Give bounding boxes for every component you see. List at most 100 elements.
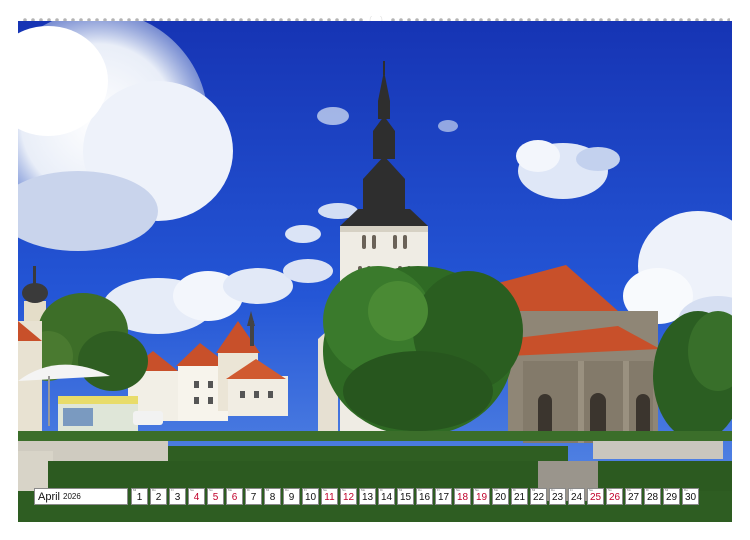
- month-name: April: [38, 490, 61, 503]
- day-number: 18: [456, 492, 469, 503]
- day-cell: Mi 29: [663, 488, 680, 505]
- day-number: 5: [212, 492, 219, 503]
- day-cell: So 5: [207, 488, 224, 505]
- month-label-box: April 2026: [34, 488, 128, 505]
- day-cell: Di 7: [245, 488, 262, 505]
- day-number: 6: [231, 492, 238, 503]
- day-number: 12: [342, 492, 355, 503]
- day-number: 29: [665, 492, 678, 503]
- day-cell: Sa 18: [454, 488, 471, 505]
- hedge-right: [593, 461, 732, 491]
- day-number: 7: [250, 492, 257, 503]
- day-cell: Sa 25: [587, 488, 604, 505]
- day-number: 14: [380, 492, 393, 503]
- day-number: 22: [532, 492, 545, 503]
- day-number: 2: [155, 492, 162, 503]
- weekday-abbr: So: [608, 488, 612, 492]
- tallinn-church-photo: [18, 21, 732, 522]
- cloud-small: [317, 107, 349, 125]
- year: 2026: [63, 492, 81, 501]
- day-number: 24: [570, 492, 583, 503]
- day-cell: Do 2: [150, 488, 167, 505]
- day-cell: So 26: [606, 488, 623, 505]
- day-number: 20: [494, 492, 507, 503]
- hedge-back: [18, 431, 732, 441]
- day-cell: Do 23: [549, 488, 566, 505]
- day-cell: So 12: [340, 488, 357, 505]
- weekday-abbr: Di: [646, 488, 649, 492]
- weekday-abbr: So: [342, 488, 346, 492]
- day-number: 8: [269, 492, 276, 503]
- weekday-abbr: Fr: [437, 488, 440, 492]
- weekday-abbr: Mi: [133, 488, 137, 492]
- day-number: 9: [288, 492, 295, 503]
- weekday-abbr: Mo: [228, 488, 233, 492]
- weekday-abbr: Do: [285, 488, 289, 492]
- day-cell: Mi 8: [264, 488, 281, 505]
- weekday-abbr: Fr: [304, 488, 307, 492]
- day-cell: Fr 17: [435, 488, 452, 505]
- day-number: 17: [437, 492, 450, 503]
- calendar-bar: April 2026 Mi 1 Do 2 Fr 3 Sa 4 So 5 Mo 6 Di 7 Mi 8 Do 9 Fr…: [34, 488, 716, 505]
- weekday-abbr: Sa: [589, 488, 593, 492]
- day-number: 11: [324, 492, 335, 503]
- weekday-abbr: Sa: [323, 488, 327, 492]
- weekday-abbr: Do: [418, 488, 422, 492]
- day-number: 10: [304, 492, 317, 503]
- weekday-abbr: Sa: [190, 488, 194, 492]
- weekday-abbr: Di: [380, 488, 383, 492]
- day-cell: Mo 13: [359, 488, 376, 505]
- hedge-front: [48, 461, 548, 491]
- day-cell: Mo 20: [492, 488, 509, 505]
- weekday-abbr: Mi: [399, 488, 403, 492]
- weekday-abbr: Di: [513, 488, 516, 492]
- day-number: 1: [136, 492, 143, 503]
- parked-car: [133, 411, 163, 425]
- day-cell: Do 30: [682, 488, 699, 505]
- day-cell: Mo 6: [226, 488, 243, 505]
- calendar-photo: [18, 21, 732, 522]
- day-number: 28: [646, 492, 659, 503]
- stone-wall-right: [593, 441, 723, 459]
- day-cell: Mi 1: [131, 488, 148, 505]
- day-cell: Fr 10: [302, 488, 319, 505]
- day-cell: Mi 15: [397, 488, 414, 505]
- day-number: 4: [193, 492, 200, 503]
- weekday-abbr: Mo: [627, 488, 632, 492]
- day-number: 25: [589, 492, 602, 503]
- day-number: 23: [551, 492, 564, 503]
- day-cell: Di 28: [644, 488, 661, 505]
- weekday-abbr: Do: [152, 488, 156, 492]
- day-number: 15: [399, 492, 412, 503]
- weekday-abbr: Mi: [266, 488, 270, 492]
- weekday-abbr: Di: [247, 488, 250, 492]
- day-cell: Do 9: [283, 488, 300, 505]
- day-cell: Mo 27: [625, 488, 642, 505]
- day-number: 30: [684, 492, 697, 503]
- day-cell: Fr 3: [169, 488, 186, 505]
- day-cell: Sa 11: [321, 488, 338, 505]
- day-cell: Do 16: [416, 488, 433, 505]
- weekday-abbr: Fr: [570, 488, 573, 492]
- weekday-abbr: Sa: [456, 488, 460, 492]
- day-number: 13: [361, 492, 374, 503]
- weekday-abbr: Do: [684, 488, 688, 492]
- day-cell: Fr 24: [568, 488, 585, 505]
- day-cell: Di 21: [511, 488, 528, 505]
- weekday-abbr: So: [475, 488, 479, 492]
- day-number: 19: [475, 492, 488, 503]
- weekday-abbr: Mi: [532, 488, 536, 492]
- cloud-small: [438, 120, 458, 132]
- day-number: 27: [627, 492, 640, 503]
- day-number: 21: [513, 492, 526, 503]
- day-number: 16: [418, 492, 431, 503]
- weekday-abbr: So: [209, 488, 213, 492]
- day-cell: Di 14: [378, 488, 395, 505]
- weekday-abbr: Mo: [494, 488, 499, 492]
- day-number: 26: [608, 492, 621, 503]
- weekday-abbr: Mi: [665, 488, 669, 492]
- weekday-abbr: Do: [551, 488, 555, 492]
- day-grid: Mi 1 Do 2 Fr 3 Sa 4 So 5 Mo 6 Di 7 Mi 8 Do 9 Fr 10 Sa 11 So 12 M…: [131, 488, 716, 505]
- day-cell: So 19: [473, 488, 490, 505]
- weekday-abbr: Mo: [361, 488, 366, 492]
